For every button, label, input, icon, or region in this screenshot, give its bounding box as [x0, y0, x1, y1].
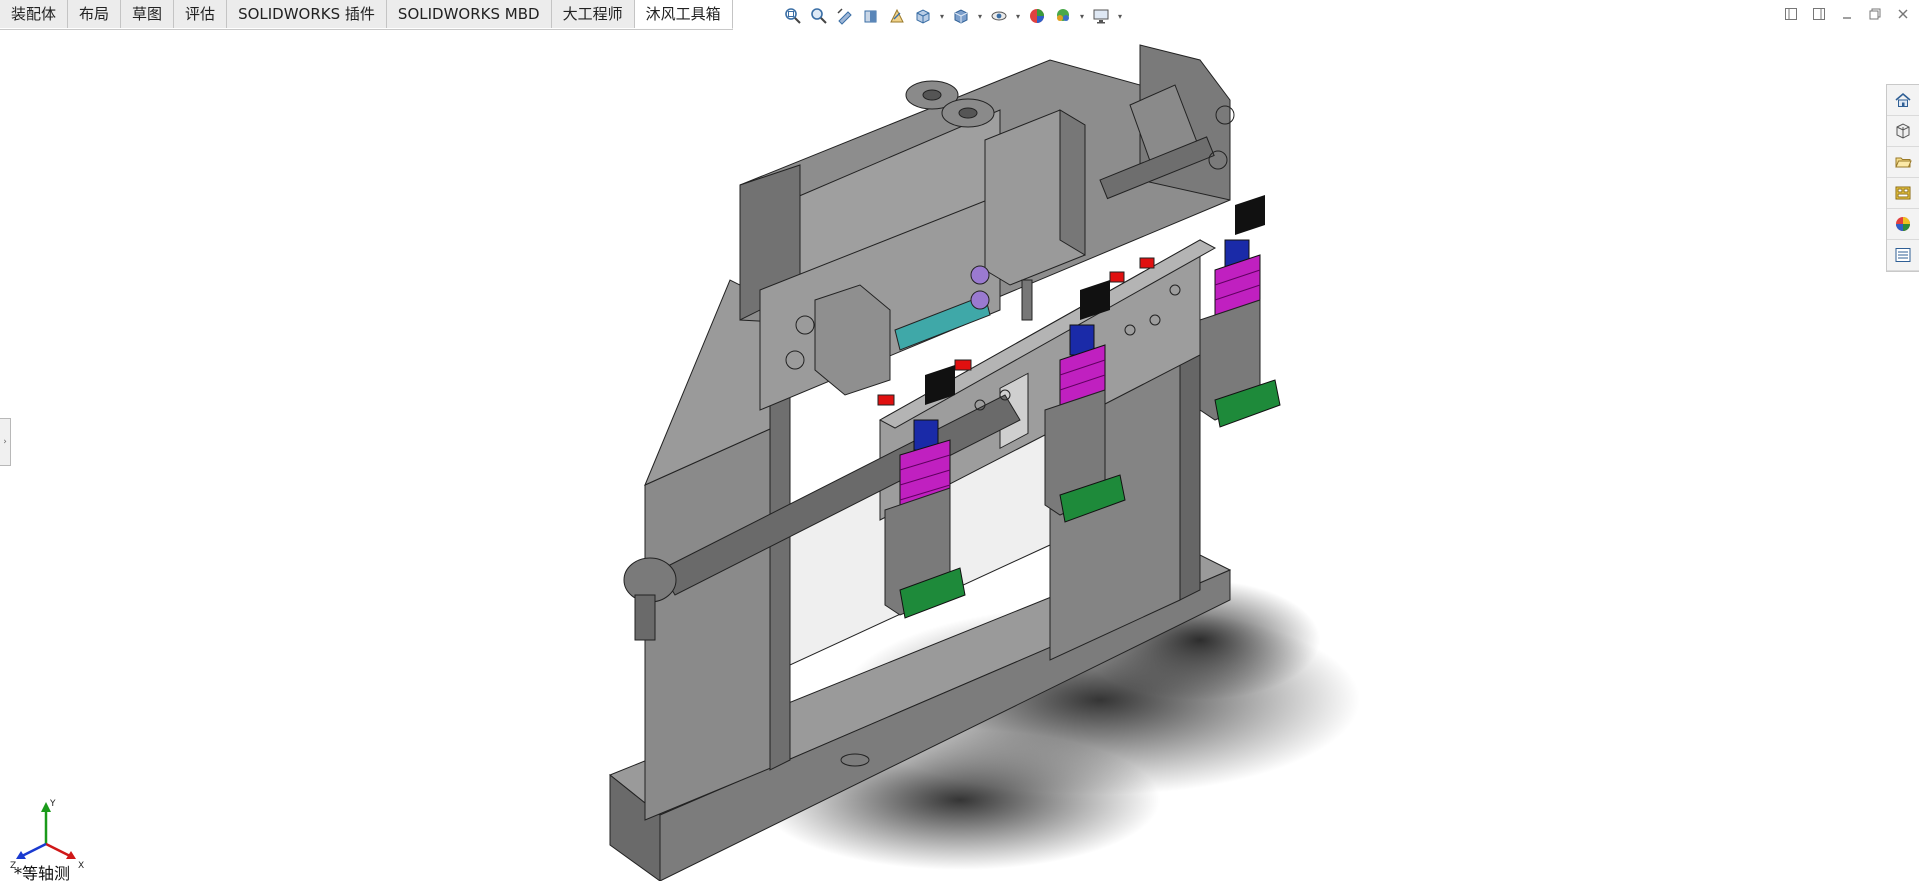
restore-icon[interactable] [1867, 6, 1883, 22]
tile-left-icon[interactable] [1783, 6, 1799, 22]
tab-big-engineer[interactable]: 大工程师 [551, 0, 635, 28]
triad-x-axis [45, 842, 71, 858]
apply-scene-dropdown-icon[interactable]: ▾ [1078, 5, 1086, 27]
dynamic-annotation-icon[interactable] [886, 5, 908, 27]
triad-z-axis [21, 842, 47, 858]
tab-solidworks-mbd[interactable]: SOLIDWORKS MBD [386, 0, 552, 28]
view-orientation-dropdown-icon[interactable]: ▾ [938, 5, 946, 27]
display-style-dropdown-icon[interactable]: ▾ [976, 5, 984, 27]
heads-up-view-toolbar: ▾ ▾ ▾ ▾ ▾ [782, 4, 1124, 28]
document-window-controls [1783, 6, 1911, 22]
zoom-to-fit-icon[interactable] [782, 5, 804, 27]
hide-show-dropdown-icon[interactable]: ▾ [1014, 5, 1022, 27]
graphics-area[interactable]: Y X Z [0, 30, 1919, 882]
tab-solidworks-addins[interactable]: SOLIDWORKS 插件 [227, 0, 387, 28]
tab-sketch[interactable]: 草图 [121, 0, 175, 28]
tab-layout[interactable]: 布局 [68, 0, 122, 28]
tile-right-icon[interactable] [1811, 6, 1827, 22]
tab-mufeng-toolbox[interactable]: 沐风工具箱 [634, 0, 733, 29]
close-icon[interactable] [1895, 6, 1911, 22]
tab-assembly[interactable]: 装配体 [0, 0, 69, 28]
edit-appearance-icon[interactable] [1026, 5, 1048, 27]
previous-view-icon[interactable] [834, 5, 856, 27]
view-settings-dropdown-icon[interactable]: ▾ [1116, 5, 1124, 27]
zoom-to-area-icon[interactable] [808, 5, 830, 27]
left-stop-block [814, 284, 891, 396]
pick-unit-3 [1199, 195, 1281, 428]
triad-y-label: Y [49, 799, 56, 809]
section-view-icon[interactable] [860, 5, 882, 27]
minimize-icon[interactable] [1839, 6, 1855, 22]
tab-evaluate[interactable]: 评估 [174, 0, 228, 28]
apply-scene-icon[interactable] [1052, 5, 1074, 27]
triad-x-label: X [78, 861, 84, 870]
view-orientation-icon[interactable] [912, 5, 934, 27]
view-settings-icon[interactable] [1090, 5, 1112, 27]
hide-show-items-icon[interactable] [988, 5, 1010, 27]
command-manager-tabs: 装配体 布局 草图 评估 SOLIDWORKS 插件 SOLIDWORKS MB… [0, 0, 733, 30]
view-orientation-label: *等轴测 [14, 864, 71, 883]
assembly-model-render [609, 44, 1360, 882]
display-style-icon[interactable] [950, 5, 972, 27]
